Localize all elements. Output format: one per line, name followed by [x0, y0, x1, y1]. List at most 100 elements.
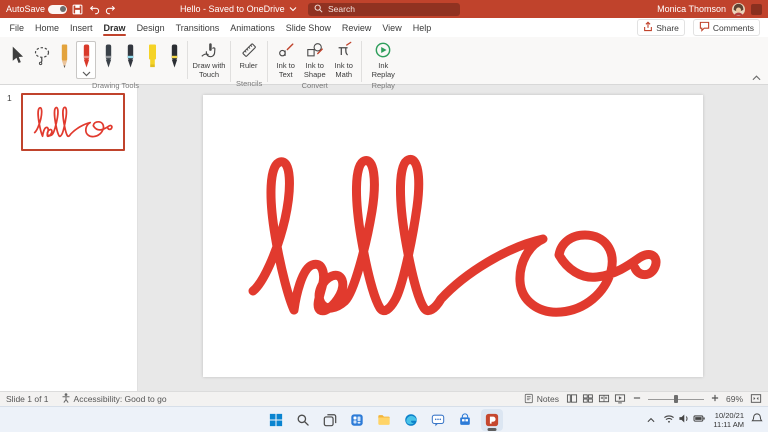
search-placeholder: Search	[328, 4, 355, 14]
tab-help[interactable]: Help	[407, 18, 437, 37]
pen-black-tool[interactable]	[98, 41, 118, 73]
ink-replay-button[interactable]: Ink Replay	[365, 39, 401, 81]
reading-view-button[interactable]	[598, 393, 610, 406]
slide-thumbnail[interactable]	[21, 93, 125, 151]
lasso-select-tool[interactable]	[29, 39, 54, 73]
zoom-out-button[interactable]	[633, 394, 641, 404]
undo-icon[interactable]	[88, 4, 100, 15]
draw-with-touch-label: Draw with Touch	[192, 62, 226, 79]
ink-to-math-icon	[335, 41, 353, 61]
document-title[interactable]: Hello - Saved to OneDrive	[180, 4, 297, 14]
tab-transitions[interactable]: Transitions	[170, 18, 225, 37]
ink-to-text-button[interactable]: Ink to Text	[271, 39, 300, 81]
pen-dark-tool[interactable]	[164, 41, 184, 73]
slides-panel: 1	[0, 85, 138, 391]
group-label-stencils: Stencils	[234, 79, 264, 90]
zoom-in-button[interactable]	[711, 394, 719, 404]
ribbon: Draw with Touch Drawing Tools Ruler Sten…	[0, 37, 768, 85]
zoom-level[interactable]: 69%	[726, 394, 743, 404]
taskbar-file-explorer-icon[interactable]	[373, 409, 395, 431]
fit-slide-button[interactable]	[750, 393, 762, 406]
pen-galaxy-tool[interactable]	[120, 41, 140, 73]
powerpoint-window: AutoSave Hello - Saved to OneDrive Searc…	[0, 0, 768, 432]
draw-with-touch-button[interactable]: Draw with Touch	[191, 39, 227, 81]
group-label-convert: Convert	[271, 81, 358, 92]
titlebar: AutoSave Hello - Saved to OneDrive Searc…	[0, 0, 768, 18]
save-icon[interactable]	[72, 4, 83, 15]
windows-taskbar: 10/20/21 11:11 AM	[0, 406, 768, 432]
ruler-label: Ruler	[240, 62, 258, 70]
normal-view-button[interactable]	[566, 393, 578, 406]
accessibility-status[interactable]: Accessibility: Good to go	[61, 392, 167, 406]
status-bar: Slide 1 of 1 Accessibility: Good to go N…	[0, 391, 768, 406]
taskbar-clock[interactable]: 10/20/21 11:11 AM	[713, 411, 744, 429]
taskbar-widgets-icon[interactable]	[346, 409, 368, 431]
taskbar-powerpoint-icon[interactable]	[481, 409, 503, 431]
search-box[interactable]: Search	[308, 3, 460, 16]
tab-design[interactable]: Design	[131, 18, 170, 37]
tab-insert[interactable]: Insert	[65, 18, 99, 37]
window-control-icon[interactable]	[751, 4, 762, 15]
tab-review[interactable]: Review	[336, 18, 377, 37]
tab-home[interactable]: Home	[30, 18, 65, 37]
tab-file[interactable]: File	[4, 18, 30, 37]
group-convert: Ink to Text Ink to Shape Ink to Math Con…	[271, 39, 358, 84]
ribbon-tab-bar: FileHomeInsertDrawDesignTransitionsAnima…	[0, 18, 768, 37]
ink-replay-icon	[374, 41, 392, 61]
zoom-slider-handle[interactable]	[674, 395, 678, 403]
chevron-down-icon	[289, 4, 297, 14]
chevron-down-icon[interactable]	[82, 71, 91, 77]
select-tool[interactable]	[4, 39, 29, 73]
share-icon	[643, 21, 653, 34]
search-icon	[314, 4, 323, 15]
share-button[interactable]: Share	[637, 19, 685, 36]
notes-button[interactable]: Notes	[524, 393, 559, 406]
highlighter-yellow-tool[interactable]	[142, 41, 162, 73]
zoom-slider[interactable]	[648, 394, 704, 404]
touch-icon	[200, 41, 218, 61]
ruler-icon	[240, 41, 258, 61]
slide-canvas[interactable]	[203, 95, 703, 377]
notes-label: Notes	[537, 394, 559, 404]
autosave-switch-icon[interactable]	[48, 5, 67, 14]
redo-icon[interactable]	[105, 4, 117, 15]
ink-to-math-button[interactable]: Ink to Math	[329, 39, 358, 81]
slide-sorter-view-button[interactable]	[582, 393, 594, 406]
taskbar-chat-icon[interactable]	[427, 409, 449, 431]
group-replay: Ink Replay Replay	[365, 39, 401, 84]
comments-label: Comments	[713, 23, 754, 33]
slide-counter[interactable]: Slide 1 of 1	[6, 394, 49, 404]
clock-line-2: 11:11 AM	[713, 420, 744, 429]
battery-icon	[693, 411, 706, 429]
ink-to-shape-button[interactable]: Ink to Shape	[300, 39, 329, 81]
taskbar-edge-icon[interactable]	[400, 409, 422, 431]
taskbar-start-icon[interactable]	[265, 409, 287, 431]
slideshow-view-button[interactable]	[614, 393, 626, 406]
taskbar-store-icon[interactable]	[454, 409, 476, 431]
taskbar-task-view-icon[interactable]	[319, 409, 341, 431]
accessibility-icon	[61, 392, 71, 406]
comments-button[interactable]: Comments	[693, 19, 760, 36]
pen-gallery	[54, 39, 184, 79]
user-name[interactable]: Monica Thomson	[657, 4, 726, 14]
tray-chevron-up-icon[interactable]	[646, 411, 656, 429]
wifi-icon	[663, 411, 675, 429]
ink-to-shape-label: Ink to Shape	[301, 62, 328, 79]
taskbar-search-icon[interactable]	[292, 409, 314, 431]
collapse-ribbon-icon[interactable]	[752, 75, 761, 81]
ink-to-shape-icon	[306, 41, 324, 61]
avatar[interactable]	[732, 3, 745, 16]
pencil-tool[interactable]	[54, 41, 74, 73]
notification-bell-icon[interactable]	[751, 411, 763, 429]
autosave-label: AutoSave	[6, 4, 45, 14]
autosave-toggle[interactable]: AutoSave	[6, 4, 67, 14]
pen-red-tool[interactable]	[76, 41, 96, 79]
tab-slide-show[interactable]: Slide Show	[280, 18, 336, 37]
share-label: Share	[656, 23, 679, 33]
ink-to-math-label: Ink to Math	[330, 62, 357, 79]
system-tray-icons[interactable]	[663, 411, 706, 429]
tab-view[interactable]: View	[377, 18, 407, 37]
tab-draw[interactable]: Draw	[98, 18, 131, 37]
ruler-button[interactable]: Ruler	[234, 39, 263, 79]
tab-animations[interactable]: Animations	[225, 18, 281, 37]
